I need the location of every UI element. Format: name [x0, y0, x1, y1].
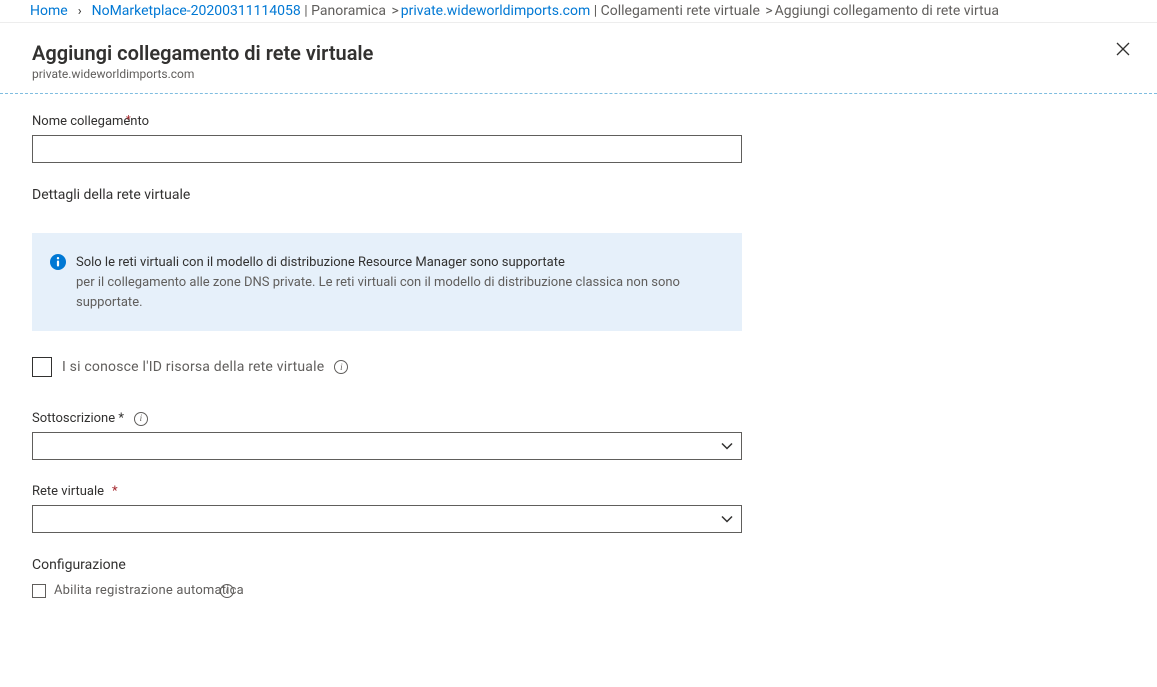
page-title: Aggiungi collegamento di rete virtuale [32, 41, 1125, 65]
subscription-field: Sottoscrizione * i [32, 411, 1125, 460]
chevron-right-icon: › [78, 4, 82, 19]
link-name-field: Nome collegamento [32, 114, 1125, 163]
breadcrumb: Home › NoMarketplace-20200311114058 | Pa… [0, 0, 1157, 23]
page-subtitle: private.wideworldimports.com [32, 67, 1125, 81]
info-line2: per il collegamento alle zone DNS privat… [76, 273, 724, 313]
info-line1: Solo le reti virtuali con il modello di … [76, 253, 724, 273]
required-star: * [112, 484, 118, 499]
know-id-label: I si conosce l'ID risorsa della rete vir… [62, 359, 324, 375]
breadcrumb-separator: | [301, 3, 311, 19]
info-banner: Solo le reti virtuali con il modello di … [32, 233, 742, 331]
subscription-label: Sottoscrizione * [32, 411, 124, 426]
link-name-label: Nome collegamento [32, 114, 1125, 129]
breadcrumb-panoramica: Panoramica [311, 3, 386, 19]
vnet-select[interactable] [32, 505, 742, 533]
chevron-down-icon [721, 440, 733, 452]
info-text: Solo le reti virtuali con il modello di … [76, 253, 724, 313]
close-button[interactable] [1113, 41, 1133, 61]
breadcrumb-minisep: > [762, 3, 773, 19]
know-id-row: I si conosce l'ID risorsa della rete vir… [32, 357, 1125, 377]
config-heading: Configurazione [32, 557, 1125, 573]
breadcrumb-zone[interactable]: private.wideworldimports.com [401, 3, 591, 19]
breadcrumb-marketplace[interactable]: NoMarketplace-20200311114058 [92, 3, 301, 19]
form-content: Nome collegamento Dettagli della rete vi… [0, 94, 1157, 628]
vnet-details-heading: Dettagli della rete virtuale [32, 187, 1125, 203]
vnet-field: Rete virtuale * [32, 484, 1125, 533]
close-icon [1113, 41, 1133, 57]
chevron-down-icon [721, 513, 733, 525]
autoreg-checkbox[interactable] [32, 584, 46, 598]
breadcrumb-current: Aggiungi collegamento di rete virtua [775, 3, 999, 19]
vnet-label: Rete virtuale [32, 484, 104, 499]
autoreg-row: Abilita registrazione automatica i [32, 583, 1125, 598]
page-header: Aggiungi collegamento di rete virtuale p… [0, 23, 1157, 94]
subscription-select[interactable] [32, 432, 742, 460]
link-name-input[interactable] [32, 135, 742, 163]
breadcrumb-links: Collegamenti rete virtuale [601, 3, 760, 19]
breadcrumb-home[interactable]: Home [30, 3, 68, 19]
breadcrumb-minisep: > [388, 3, 399, 19]
know-id-checkbox[interactable] [32, 357, 52, 377]
info-icon[interactable]: i [134, 412, 148, 426]
info-icon[interactable]: i [334, 360, 348, 374]
breadcrumb-separator: | [590, 3, 600, 19]
autoreg-label: Abilita registrazione automatica [54, 583, 244, 598]
info-icon[interactable]: i [220, 584, 234, 598]
info-icon [50, 254, 66, 270]
